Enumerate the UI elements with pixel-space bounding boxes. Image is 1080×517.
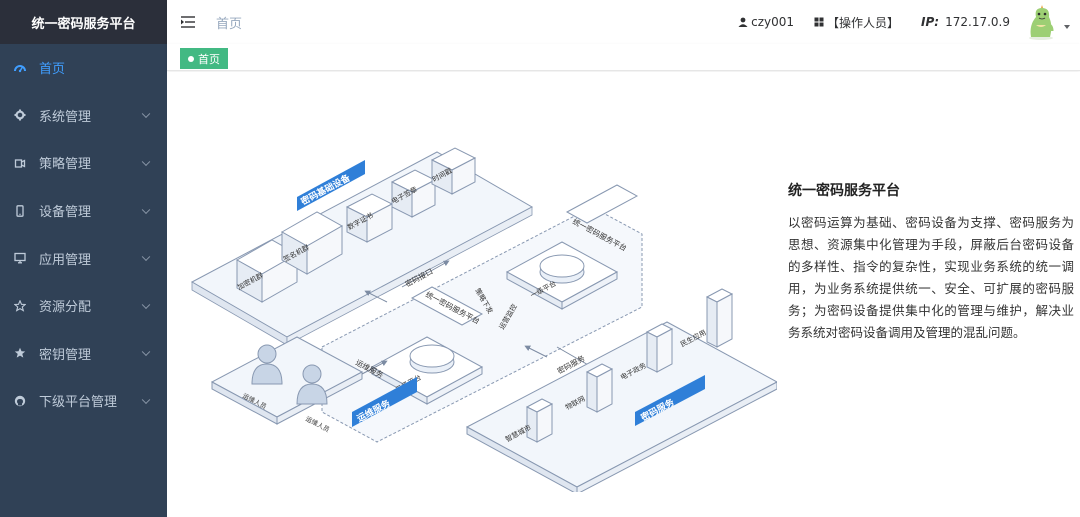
grid-icon (814, 17, 824, 27)
sidebar-item-resource[interactable]: 资源分配 (0, 282, 167, 330)
user-icon (738, 17, 748, 27)
app-root: 统一密码服务平台 首页 系统管理 策略管理 设备管理 应用管理 资源分配 密钥管… (0, 0, 1080, 517)
page-title: 统一密码服务平台 (788, 183, 900, 199)
sidebar-item-device[interactable]: 设备管理 (0, 187, 167, 235)
avatar[interactable] (1022, 3, 1060, 41)
github-icon (14, 395, 26, 407)
strategy-icon (14, 157, 26, 169)
star-outline-icon (14, 299, 26, 312)
sidebar-item-strategy[interactable]: 策略管理 (0, 139, 167, 187)
sidebar: 统一密码服务平台 首页 系统管理 策略管理 设备管理 应用管理 资源分配 密钥管… (0, 0, 167, 517)
monitor-icon (14, 252, 26, 264)
sidebar-menu: 首页 系统管理 策略管理 设备管理 应用管理 资源分配 密钥管理 下级平台管理 (0, 44, 167, 425)
ip-address: IP: 172.17.0.9 (921, 15, 1010, 29)
dashboard-icon (14, 62, 26, 74)
user-name: czy001 (751, 15, 795, 29)
top-navbar: 首页 czy001 【操作人员】 IP: 172.17.0.9 (167, 0, 1080, 44)
sidebar-brand: 统一密码服务平台 (0, 0, 167, 44)
tag-label: 首页 (198, 52, 220, 66)
active-dot-icon (188, 55, 194, 62)
star-icon (14, 347, 26, 359)
sidebar-item-home[interactable]: 首页 (0, 44, 167, 92)
platform-description: 以密码运算为基础、密码设备为支撑、密码服务为思想、资源集中化管理为手段，屏蔽后台… (788, 215, 1074, 340)
ip-label: IP: (921, 15, 940, 29)
gear-icon (14, 109, 26, 121)
sidebar-item-app[interactable]: 应用管理 (0, 234, 167, 282)
caret-down-icon[interactable] (1064, 25, 1070, 29)
tag-home[interactable]: 首页 (180, 48, 228, 69)
breadcrumb: 首页 (216, 16, 243, 32)
sidebar-item-system[interactable]: 系统管理 (0, 92, 167, 140)
sidebar-item-label: 首页 (39, 62, 66, 78)
main-content: 加密机群 签名机群 数字证书 电子签章 时间戳 密码基础设备 统一密码服务平台 (167, 72, 1080, 517)
sidebar-item-subplatform[interactable]: 下级平台管理 (0, 377, 167, 425)
role-label: 【操作人员】 (827, 15, 900, 30)
hamburger-icon[interactable] (180, 15, 196, 29)
header-right: czy001 【操作人员】 IP: 172.17.0.9 (738, 0, 1080, 44)
phone-icon (14, 204, 26, 217)
sidebar-item-key[interactable]: 密钥管理 (0, 330, 167, 378)
platform-illustration: 加密机群 签名机群 数字证书 电子签章 时间戳 密码基础设备 统一密码服务平台 (190, 147, 777, 492)
current-user: czy001 (738, 15, 794, 29)
ops-person-2-label: 运维人员 (304, 414, 332, 434)
user-role: 【操作人员】 (814, 14, 899, 31)
tags-view: 首页 (167, 44, 1080, 71)
ip-value: 172.17.0.9 (945, 15, 1010, 29)
